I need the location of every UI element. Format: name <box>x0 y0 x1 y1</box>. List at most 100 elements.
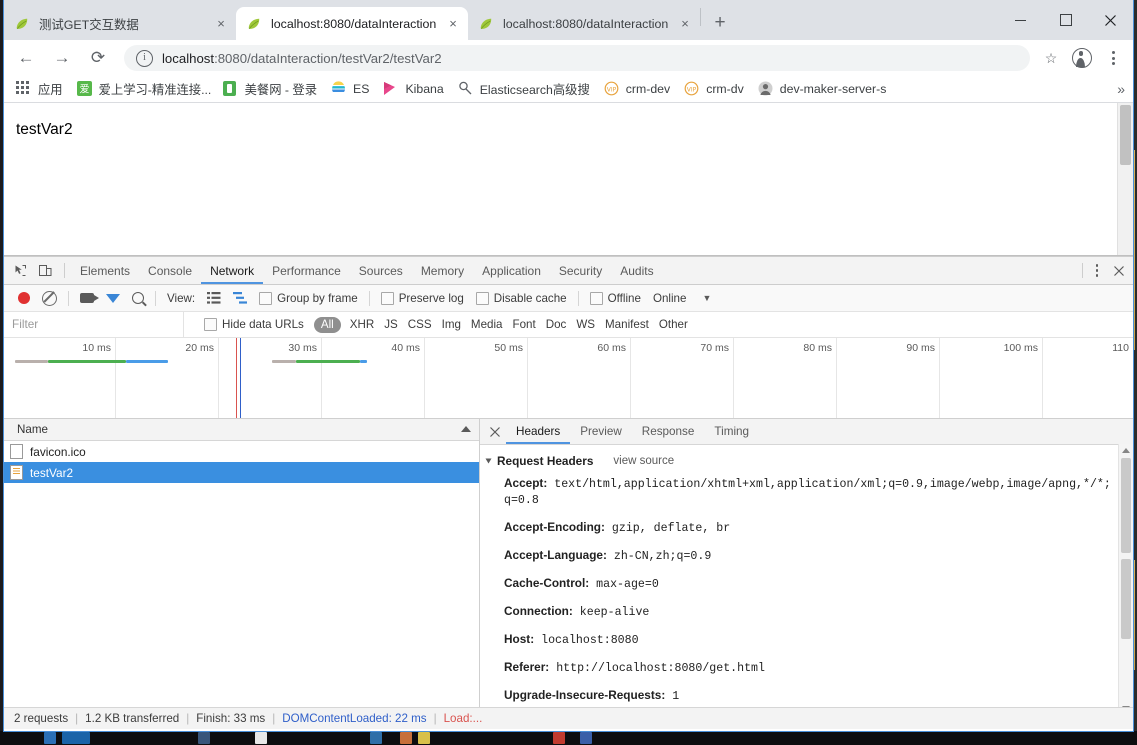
record-button[interactable] <box>12 285 36 311</box>
bookmarks-overflow-button[interactable]: » <box>1117 81 1125 97</box>
hide-data-urls-checkbox[interactable]: Hide data URLs <box>198 312 310 338</box>
filter-type-all[interactable]: All <box>313 316 341 333</box>
toggle-device-toolbar-icon[interactable] <box>33 259 58 283</box>
new-tab-button[interactable]: + <box>706 9 734 37</box>
tab-sources[interactable]: Sources <box>350 258 412 284</box>
preserve-log-checkbox[interactable]: Preserve log <box>375 285 470 311</box>
capture-screenshots-button[interactable] <box>74 285 100 311</box>
tab-security[interactable]: Security <box>550 258 611 284</box>
tab-console[interactable]: Console <box>139 258 201 284</box>
bookmark-star-icon[interactable]: ☆ <box>1038 45 1064 71</box>
bookmark-item-4[interactable]: Elasticsearch高级搜 <box>452 78 596 100</box>
detail-tab-response[interactable]: Response <box>632 420 705 444</box>
forward-button[interactable]: → <box>47 43 77 73</box>
detail-tab-timing[interactable]: Timing <box>704 420 759 444</box>
page-scrollbar[interactable] <box>1117 103 1133 255</box>
back-button[interactable]: ← <box>11 43 41 73</box>
devtools-close-icon[interactable] <box>1107 260 1131 282</box>
bookmark-item-0[interactable]: 爱 爱上学习-精准连接... <box>71 78 215 100</box>
close-detail-icon[interactable] <box>484 420 506 444</box>
view-source-link[interactable]: view source <box>613 455 674 467</box>
filter-type-css[interactable]: CSS <box>403 312 437 337</box>
minimize-button[interactable] <box>998 5 1043 35</box>
detail-tab-preview[interactable]: Preview <box>570 420 632 444</box>
inspect-element-icon[interactable] <box>8 259 33 283</box>
group-by-frame-checkbox[interactable]: Group by frame <box>253 285 364 311</box>
tab-performance[interactable]: Performance <box>263 258 350 284</box>
chevron-down-icon[interactable] <box>485 458 492 464</box>
close-window-button[interactable] <box>1088 5 1133 35</box>
bookmark-item-6[interactable]: VIP crm-dv <box>678 78 750 100</box>
bookmark-item-3[interactable]: Kibana <box>377 78 449 100</box>
header-value: max-age=0 <box>596 578 659 591</box>
address-bar[interactable]: i localhost:8080/dataInteraction/testVar… <box>124 45 1030 71</box>
sort-ascending-icon[interactable] <box>461 426 471 432</box>
page-scrollbar-thumb[interactable] <box>1120 105 1131 165</box>
browser-tab-1[interactable]: 测试GET交互数据 × <box>4 7 236 40</box>
detail-scrollbar[interactable] <box>1118 444 1133 715</box>
profile-avatar-button[interactable] <box>1068 44 1096 72</box>
requests-table-header[interactable]: Name <box>4 419 479 441</box>
search-button[interactable] <box>126 285 150 311</box>
taskbar-icon[interactable] <box>62 732 90 744</box>
status-separator: | <box>186 712 190 725</box>
bookmark-item-2[interactable]: ES <box>325 78 375 100</box>
filter-type-doc[interactable]: Doc <box>541 312 572 337</box>
tab-audits[interactable]: Audits <box>611 258 662 284</box>
filter-type-other[interactable]: Other <box>654 312 693 337</box>
maximize-button[interactable] <box>1043 5 1088 35</box>
timeline-tick-110ms: 110 <box>1112 342 1129 354</box>
browser-tab-3[interactable]: localhost:8080/dataInteraction × <box>468 7 700 40</box>
chevron-down-icon[interactable]: ▼ <box>702 293 711 303</box>
header-name: Accept-Encoding: <box>504 520 605 534</box>
throttle-select[interactable]: Online <box>647 285 693 311</box>
chrome-menu-button[interactable] <box>1100 45 1126 71</box>
taskbar-icon[interactable] <box>255 732 267 744</box>
table-row[interactable]: favicon.ico <box>4 441 479 462</box>
view-waterfall-button[interactable] <box>227 285 253 311</box>
header-value: gzip, deflate, br <box>611 522 731 535</box>
taskbar-icon[interactable] <box>553 732 565 744</box>
table-row[interactable]: testVar2 <box>4 462 479 483</box>
offline-checkbox[interactable]: Offline <box>584 285 647 311</box>
disable-cache-checkbox[interactable]: Disable cache <box>470 285 573 311</box>
reload-button[interactable]: ⟳ <box>83 43 113 73</box>
filter-toggle-button[interactable] <box>100 285 126 311</box>
close-icon[interactable]: × <box>212 15 230 33</box>
tab-elements[interactable]: Elements <box>71 258 139 284</box>
taskbar-icon[interactable] <box>418 732 430 744</box>
bookmark-item-7[interactable]: dev-maker-server-s <box>752 78 893 100</box>
scrollbar-thumb[interactable] <box>1121 458 1131 553</box>
taskbar-icon[interactable] <box>580 732 592 744</box>
filter-type-ws[interactable]: WS <box>571 312 600 337</box>
clear-button[interactable] <box>36 285 63 311</box>
filter-input[interactable]: Filter <box>4 312 184 337</box>
taskbar-icon[interactable] <box>198 732 210 744</box>
browser-tab-2[interactable]: localhost:8080/dataInteraction × <box>236 7 468 40</box>
devtools-more-menu-icon[interactable] <box>1087 260 1107 282</box>
filter-type-media[interactable]: Media <box>466 312 508 337</box>
tab-network[interactable]: Network <box>201 258 264 284</box>
taskbar-icon[interactable] <box>44 732 56 744</box>
filter-type-manifest[interactable]: Manifest <box>600 312 654 337</box>
close-icon[interactable]: × <box>444 15 462 33</box>
taskbar-icon[interactable] <box>370 732 382 744</box>
filter-type-img[interactable]: Img <box>437 312 466 337</box>
scrollbar-thumb-secondary[interactable] <box>1121 559 1131 639</box>
bookmark-item-1[interactable]: 美餐网 - 登录 <box>217 78 323 100</box>
close-icon[interactable]: × <box>676 15 694 33</box>
tab-memory[interactable]: Memory <box>412 258 473 284</box>
filter-type-font[interactable]: Font <box>508 312 541 337</box>
network-overview-timeline[interactable]: 10 ms 20 ms 30 ms 40 ms 50 ms 60 ms 70 m… <box>4 338 1133 419</box>
taskbar-icon[interactable] <box>400 732 412 744</box>
filter-type-xhr[interactable]: XHR <box>345 312 379 337</box>
site-info-icon[interactable]: i <box>136 49 153 67</box>
scroll-up-icon[interactable] <box>1122 448 1130 453</box>
request-headers-section[interactable]: Request Headers view source <box>485 454 1133 468</box>
bookmark-apps[interactable]: 应用 <box>10 78 69 100</box>
filter-type-js[interactable]: JS <box>379 312 403 337</box>
bookmark-item-5[interactable]: VIP crm-dev <box>598 78 676 100</box>
view-list-button[interactable] <box>201 285 227 311</box>
detail-tab-headers[interactable]: Headers <box>506 420 571 444</box>
tab-application[interactable]: Application <box>473 258 550 284</box>
